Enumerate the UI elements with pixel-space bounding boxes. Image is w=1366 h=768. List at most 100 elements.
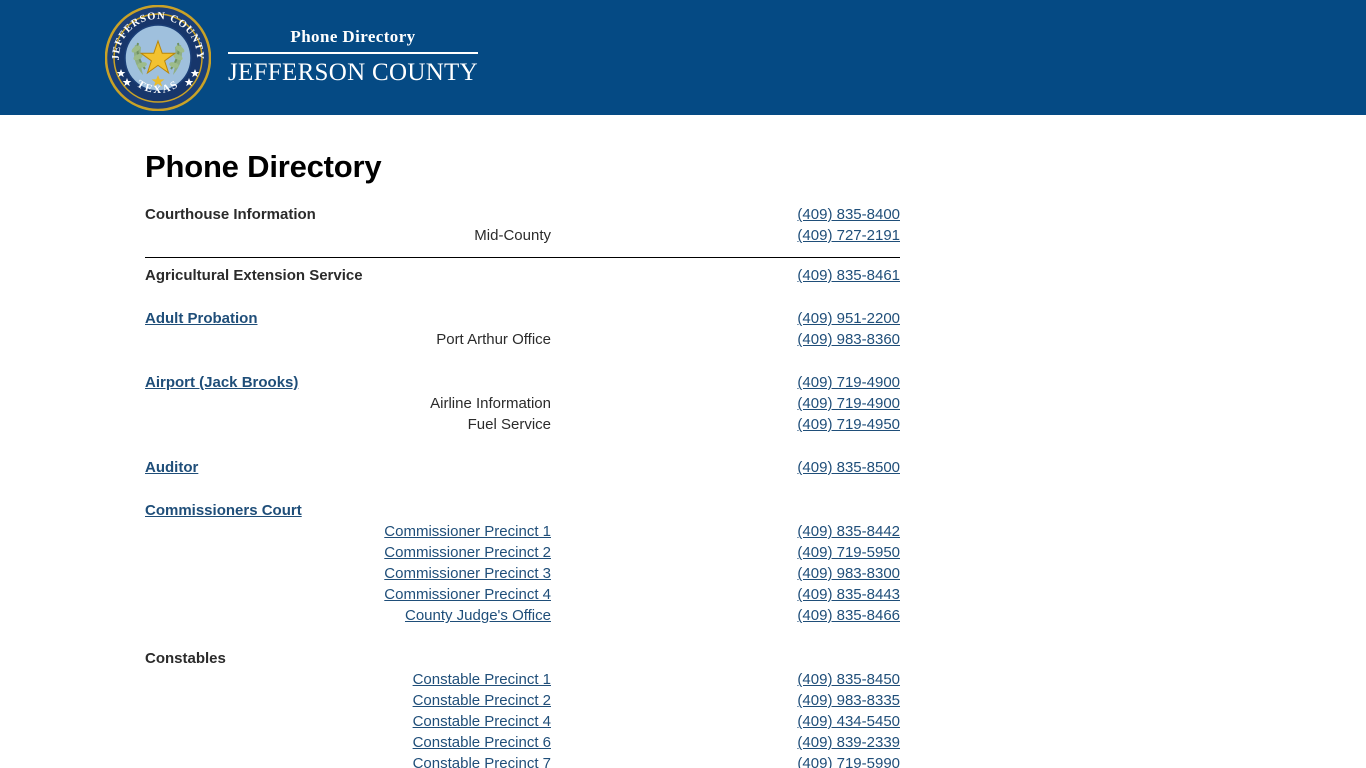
phone-number-cell: (409) 983-8360: [551, 331, 900, 348]
jefferson-county-seal-logo[interactable]: JEFFERSON COUNTY TEXAS: [105, 4, 211, 111]
directory-section: Adult Probation (409) 951-2200 Port Arthur…: [0, 310, 1366, 352]
item-label-link[interactable]: Constable Precinct 7: [413, 755, 551, 768]
phone-number-cell: (409) 434-5450: [551, 713, 900, 730]
phone-number-cell: (409) 727-2191: [551, 227, 900, 244]
item-label-cell: Commissioner Precinct 4: [145, 586, 551, 603]
item-label-cell: Constable Precinct 4: [145, 713, 551, 730]
phone-number-link[interactable]: (409) 727-2191: [797, 227, 900, 244]
phone-number-cell: (409) 719-4900: [551, 395, 900, 412]
phone-number-link[interactable]: (409) 719-5950: [797, 544, 900, 561]
phone-number-cell: (409) 719-5950: [551, 544, 900, 561]
item-label-link[interactable]: Commissioner Precinct 3: [384, 565, 551, 582]
phone-number-cell: (409) 719-4950: [551, 416, 900, 433]
item-label-link[interactable]: Commissioner Precinct 2: [384, 544, 551, 561]
directory-item-row: Constable Precinct 6 (409) 839-2339: [0, 734, 1366, 755]
phone-number-link[interactable]: (409) 434-5450: [797, 713, 900, 730]
item-label-cell: Airline Information: [145, 395, 551, 412]
phone-number-cell: (409) 835-8466: [551, 607, 900, 624]
item-label-cell: Constable Precinct 2: [145, 692, 551, 709]
phone-number-link[interactable]: (409) 835-8461: [797, 267, 900, 284]
item-label-link[interactable]: Constable Precinct 4: [413, 713, 551, 730]
header-title: JEFFERSON COUNTY: [228, 59, 478, 87]
item-label-text: Port Arthur Office: [436, 331, 551, 349]
item-label-cell: Fuel Service: [145, 416, 551, 433]
section-heading-text: Agricultural Extension Service: [145, 267, 363, 285]
phone-number-link[interactable]: (409) 983-8335: [797, 692, 900, 709]
directory-item-row: Port Arthur Office (409) 983-8360: [0, 331, 1366, 352]
directory-item-row: Constable Precinct 7 (409) 719-5990: [0, 755, 1366, 768]
phone-number-link[interactable]: (409) 835-8443: [797, 586, 900, 603]
item-label-link[interactable]: Commissioner Precinct 1: [384, 523, 551, 540]
item-label-cell: Mid-County: [145, 227, 551, 244]
phone-number-cell: (409) 719-4900: [551, 374, 900, 391]
item-label-link[interactable]: Constable Precinct 1: [413, 671, 551, 688]
item-label-cell: Constable Precinct 6: [145, 734, 551, 751]
item-label-text: Airline Information: [430, 395, 551, 413]
section-heading-text: Constables: [145, 650, 226, 668]
section-heading-cell: Adult Probation: [145, 310, 551, 331]
item-label-cell: Commissioner Precinct 2: [145, 544, 551, 561]
phone-number-link[interactable]: (409) 719-4900: [797, 395, 900, 412]
item-label-cell: Constable Precinct 7: [145, 755, 551, 768]
phone-number-cell: (409) 951-2200: [551, 310, 900, 327]
directory-section: Commissioners Court Commissioner Precinct…: [0, 502, 1366, 628]
phone-number-link[interactable]: (409) 835-8450: [797, 671, 900, 688]
directory-section-row: Constables: [0, 650, 1366, 671]
section-heading-cell: Commissioners Court: [145, 502, 551, 523]
phone-number-cell: (409) 835-8442: [551, 523, 900, 540]
header-subtitle: Phone Directory: [228, 27, 478, 55]
phone-number-link[interactable]: (409) 719-4900: [797, 374, 900, 391]
page-title: Phone Directory: [145, 149, 382, 184]
phone-number-link[interactable]: (409) 835-8400: [797, 206, 900, 223]
phone-number-link[interactable]: (409) 719-5990: [797, 755, 900, 768]
directory-item-row: Fuel Service (409) 719-4950: [0, 416, 1366, 437]
item-label-link[interactable]: Commissioner Precinct 4: [384, 586, 551, 603]
phone-number-cell: (409) 839-2339: [551, 734, 900, 751]
section-heading-link[interactable]: Auditor: [145, 459, 198, 476]
phone-number-cell: (409) 835-8443: [551, 586, 900, 603]
section-heading-cell: Auditor: [145, 459, 551, 480]
directory-section: Constables Constable Precinct 1 (409) 835-…: [0, 650, 1366, 768]
item-label-link[interactable]: Constable Precinct 6: [413, 734, 551, 751]
phone-number-link[interactable]: (409) 951-2200: [797, 310, 900, 327]
phone-number-cell: (409) 835-8500: [551, 459, 900, 476]
section-heading-cell: Courthouse Information: [145, 206, 551, 227]
item-label-text: Mid-County: [474, 227, 551, 245]
page-content: Phone Directory Courthouse Information (4…: [0, 115, 1366, 768]
directory-item-row: Commissioner Precinct 1 (409) 835-8442: [0, 523, 1366, 544]
directory-section: Agricultural Extension Service (409) 835-…: [0, 267, 1366, 288]
section-divider: [145, 257, 900, 259]
directory-section-row: Auditor (409) 835-8500: [0, 459, 1366, 480]
directory-section: Courthouse Information (409) 835-8400 Mid-…: [0, 206, 1366, 248]
item-label-cell: County Judge's Office: [145, 607, 551, 624]
site-header: JEFFERSON COUNTY TEXAS Phone Directory J…: [0, 0, 1366, 115]
phone-number-link[interactable]: (409) 835-8500: [797, 459, 900, 476]
item-label-text: Fuel Service: [467, 416, 551, 434]
item-label-link[interactable]: County Judge's Office: [405, 607, 551, 624]
directory-section: Airport (Jack Brooks) (409) 719-4900 Airli…: [0, 374, 1366, 437]
phone-number-link[interactable]: (409) 983-8300: [797, 565, 900, 582]
item-label-cell: Port Arthur Office: [145, 331, 551, 348]
section-heading-cell: Constables: [145, 650, 551, 671]
directory-item-row: Constable Precinct 4 (409) 434-5450: [0, 713, 1366, 734]
section-heading-link[interactable]: Airport (Jack Brooks): [145, 374, 298, 391]
header-titles: Phone Directory JEFFERSON COUNTY: [228, 27, 478, 88]
directory-item-row: Constable Precinct 2 (409) 983-8335: [0, 692, 1366, 713]
phone-number-link[interactable]: (409) 839-2339: [797, 734, 900, 751]
phone-number-link[interactable]: (409) 983-8360: [797, 331, 900, 348]
directory-section-row: Agricultural Extension Service (409) 835-…: [0, 267, 1366, 288]
directory-item-row: Commissioner Precinct 3 (409) 983-8300: [0, 565, 1366, 586]
item-label-cell: Constable Precinct 1: [145, 671, 551, 688]
directory-item-row: Commissioner Precinct 4 (409) 835-8443: [0, 586, 1366, 607]
section-heading-link[interactable]: Commissioners Court: [145, 502, 302, 519]
phone-number-link[interactable]: (409) 835-8442: [797, 523, 900, 540]
phone-number-link[interactable]: (409) 835-8466: [797, 607, 900, 624]
section-heading-link[interactable]: Adult Probation: [145, 310, 258, 327]
phone-number-link[interactable]: (409) 719-4950: [797, 416, 900, 433]
item-label-link[interactable]: Constable Precinct 2: [413, 692, 551, 709]
